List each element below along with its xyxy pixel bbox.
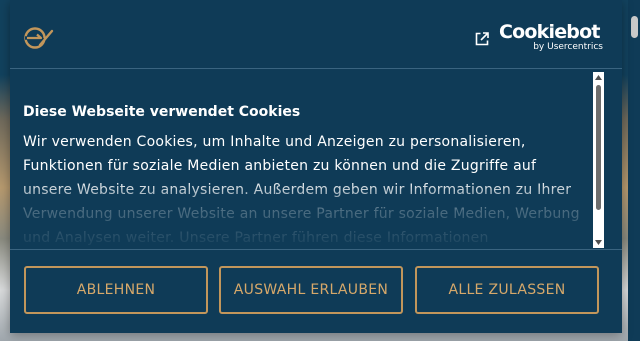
brand-logo-icon (24, 27, 54, 49)
decline-button[interactable]: ABLEHNEN (24, 266, 208, 314)
dialog-header: Cookiebot by Usercentrics (10, 0, 622, 69)
cookie-description: Diese Webseite verwendet Cookies Wir ver… (10, 69, 606, 249)
dialog-title: Diese Webseite verwendet Cookies (23, 104, 301, 120)
external-link-icon[interactable] (474, 31, 490, 47)
cookiebot-logo[interactable]: Cookiebot by Usercentrics (499, 22, 605, 56)
page-scrollbar[interactable] (628, 0, 640, 341)
allow-all-button[interactable]: ALLE ZULASSEN (415, 266, 599, 314)
cookie-consent-dialog: Cookiebot by Usercentrics Diese Webseite… (10, 0, 622, 333)
cookiebot-byline: by Usercentrics (533, 42, 603, 52)
content-scrollbar[interactable] (593, 72, 604, 248)
text-fade-overlay (10, 179, 606, 249)
page-scrollbar-thumb[interactable] (631, 16, 638, 38)
cookiebot-wordmark: Cookiebot (499, 21, 600, 43)
dialog-footer: ABLEHNEN AUSWAHL ERLAUBEN ALLE ZULASSEN (10, 249, 622, 334)
scroll-down-arrow-icon[interactable] (593, 237, 604, 248)
scroll-up-arrow-icon[interactable] (593, 72, 604, 83)
content-scrollbar-thumb[interactable] (596, 85, 601, 210)
allow-selection-button[interactable]: AUSWAHL ERLAUBEN (219, 266, 403, 314)
